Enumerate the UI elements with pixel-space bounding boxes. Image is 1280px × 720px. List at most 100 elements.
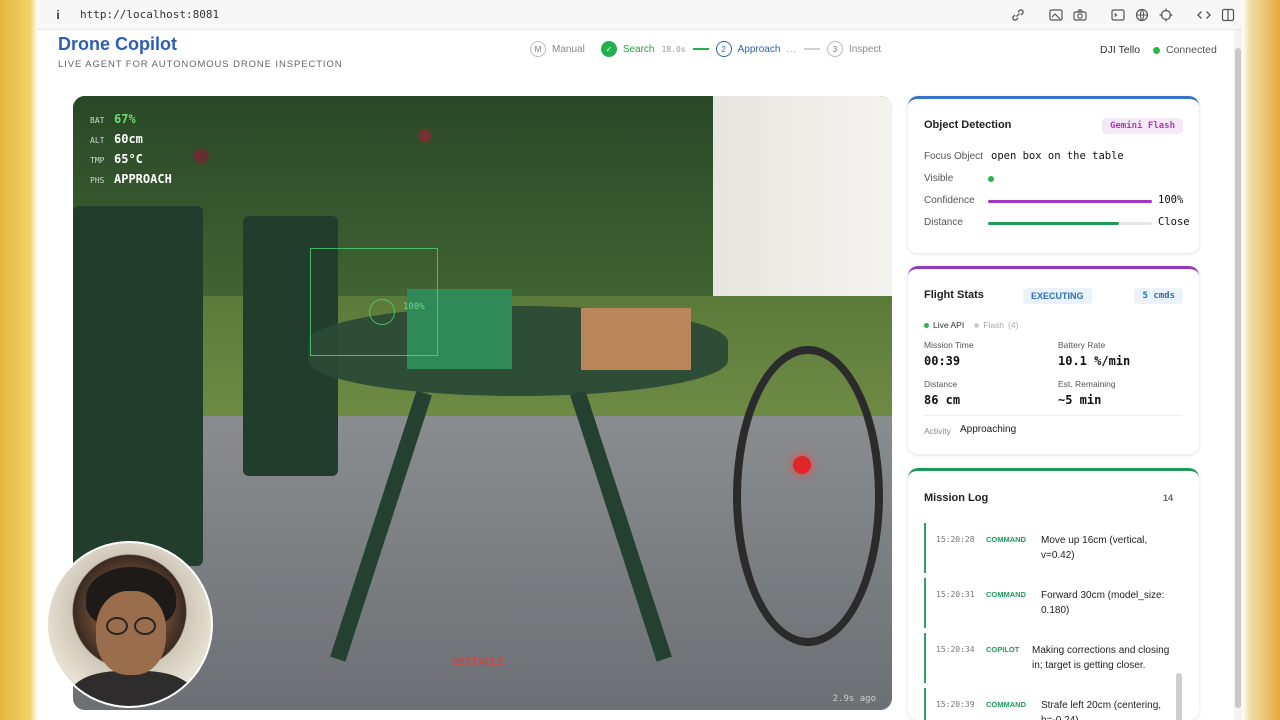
device-name: DJI Tello <box>1100 44 1141 56</box>
log-message: Move up 16cm (vertical, v=0.42) <box>1041 535 1148 561</box>
detection-ring-icon <box>369 299 395 325</box>
glasses-icon <box>134 617 156 635</box>
page-scrollbar-thumb[interactable] <box>1235 48 1241 708</box>
step-number: 2 <box>715 41 732 57</box>
step-connector <box>803 48 820 50</box>
step-inspect[interactable]: 3 Inspect <box>826 41 882 57</box>
step-time: 18.0s <box>661 44 686 54</box>
flash-count: (4) <box>1007 320 1019 330</box>
distance-label: Distance <box>924 217 963 228</box>
status-dot-icon <box>1153 46 1160 54</box>
log-type: COMMAND <box>986 700 1026 709</box>
battery-rate-label: Battery Rate <box>1058 340 1106 350</box>
code-icon[interactable] <box>1196 7 1212 23</box>
log-type: COPILOT <box>986 645 1020 654</box>
log-time: 15:20:34 <box>936 645 975 654</box>
mission-stepper: M Manual ✓ Search 18.0s 2 Approach ... 3… <box>530 41 881 57</box>
panel-title: Flight Stats <box>924 289 984 301</box>
image-icon[interactable] <box>1048 7 1064 23</box>
log-entry: 15:20:31 COMMAND Forward 30cm (model_siz… <box>924 578 1174 628</box>
live-api-label: Live API <box>933 320 965 330</box>
globe-icon[interactable] <box>1134 7 1150 23</box>
flash-dot-icon <box>974 322 980 328</box>
sidebar-icon[interactable] <box>1220 7 1236 23</box>
scene-bike-light <box>793 456 811 474</box>
log-count: 14 <box>1162 493 1173 503</box>
browser-toolbar: i http://localhost:8081 <box>38 0 1242 30</box>
distance-value: 86 cm <box>924 393 961 407</box>
step-progress-dots: ... <box>786 44 797 54</box>
log-message: Making corrections and closing in; targe… <box>1032 645 1170 671</box>
distance-bar <box>988 222 1152 225</box>
battery-rate-value: 10.1 %/min <box>1058 354 1131 368</box>
activity-label: Activity <box>924 426 951 436</box>
log-type: COMMAND <box>986 590 1026 599</box>
distance-label: Distance <box>924 379 958 389</box>
link-icon[interactable] <box>1010 7 1026 23</box>
log-time: 15:20:39 <box>936 700 975 709</box>
confidence-bar-fill <box>988 200 1152 203</box>
webcam-bubble <box>46 541 213 708</box>
scene-bike-wheel <box>733 346 883 646</box>
webcam-person-face <box>96 591 166 675</box>
hud-temperature: 65°C <box>114 152 143 166</box>
live-api-dot-icon <box>924 322 929 328</box>
step-label: Inspect <box>848 43 882 55</box>
log-list[interactable]: 15:20:28 COMMAND Move up 16cm (vertical,… <box>924 523 1174 720</box>
log-type: COMMAND <box>986 535 1026 544</box>
log-entry: 15:20:39 COMMAND Strafe left 20cm (cente… <box>924 688 1174 720</box>
log-scrollbar[interactable] <box>1176 673 1182 720</box>
confidence-bar <box>988 200 1152 203</box>
visible-dot-icon <box>988 176 994 182</box>
remaining-label: Est. Remaining <box>1058 379 1116 389</box>
app-title: Drone Copilot <box>58 34 177 54</box>
step-label: Approach <box>737 43 781 55</box>
hud-battery: 67% <box>114 112 136 126</box>
step-number: 3 <box>826 41 843 57</box>
panel-title: Object Detection <box>924 119 1012 131</box>
mission-log-panel: Mission Log 14 15:20:28 COMMAND Move up … <box>908 468 1199 720</box>
visible-label: Visible <box>924 173 954 184</box>
drone-copilot-app: Drone Copilot LIVE AGENT FOR AUTONOMOUS … <box>38 30 1234 720</box>
distance-value: Close <box>1158 216 1190 228</box>
log-message: Strafe left 20cm (centering, h=-0.24) <box>1041 700 1162 720</box>
page-scrollbar[interactable] <box>1234 30 1242 720</box>
step-manual[interactable]: M Manual <box>530 41 585 57</box>
hud-key: PHS <box>90 176 105 185</box>
panel-title: Mission Log <box>924 492 989 504</box>
confidence-label: Confidence <box>924 195 975 206</box>
flight-stats-panel: Flight Stats EXECUTING 5 cmds Live API F… <box>908 266 1199 454</box>
scene-chair <box>73 206 203 566</box>
step-number: M <box>530 41 546 57</box>
command-count-badge: 5 cmds <box>1134 288 1183 304</box>
focus-value: open box on the table <box>991 150 1124 162</box>
model-badge: Gemini Flash <box>1101 118 1183 134</box>
detection-confidence: 100% <box>403 302 425 312</box>
webcam-person-body <box>70 671 194 706</box>
step-connector <box>692 48 709 50</box>
log-time: 15:20:31 <box>936 590 975 599</box>
object-detection-panel: Object Detection Gemini Flash Focus Obje… <box>908 96 1199 253</box>
obstacle-warning: OBSTACLE <box>452 657 505 668</box>
log-time: 15:20:28 <box>936 535 975 544</box>
frame-age: 2.9s ago <box>832 694 876 704</box>
step-search[interactable]: ✓ Search 18.0s <box>600 41 686 57</box>
log-message: Forward 30cm (model_size: 0.180) <box>1041 590 1165 616</box>
scene-brown-box <box>581 308 691 370</box>
camera-icon[interactable] <box>1072 7 1088 23</box>
info-icon[interactable]: i <box>48 8 68 22</box>
app-subtitle: LIVE AGENT FOR AUTONOMOUS DRONE INSPECTI… <box>58 59 343 70</box>
hud-key: TMP <box>90 156 105 165</box>
log-entry: 15:20:34 COPILOT Making corrections and … <box>924 633 1174 683</box>
hud-phase: APPROACH <box>114 172 172 186</box>
connection-label: Connected <box>1166 44 1217 56</box>
remaining-value: ~5 min <box>1058 393 1102 407</box>
crosshair-icon[interactable] <box>1158 7 1174 23</box>
telemetry-hud: BAT 67% ALT 60cm TMP 65°C PHS APPROACH <box>90 110 172 190</box>
terminal-icon[interactable] <box>1110 7 1126 23</box>
hud-key: BAT <box>90 116 105 125</box>
address-bar[interactable]: http://localhost:8081 <box>80 8 219 21</box>
execution-status-badge: EXECUTING <box>1023 288 1092 304</box>
step-approach[interactable]: 2 Approach ... <box>715 41 797 57</box>
glasses-icon <box>106 617 128 635</box>
